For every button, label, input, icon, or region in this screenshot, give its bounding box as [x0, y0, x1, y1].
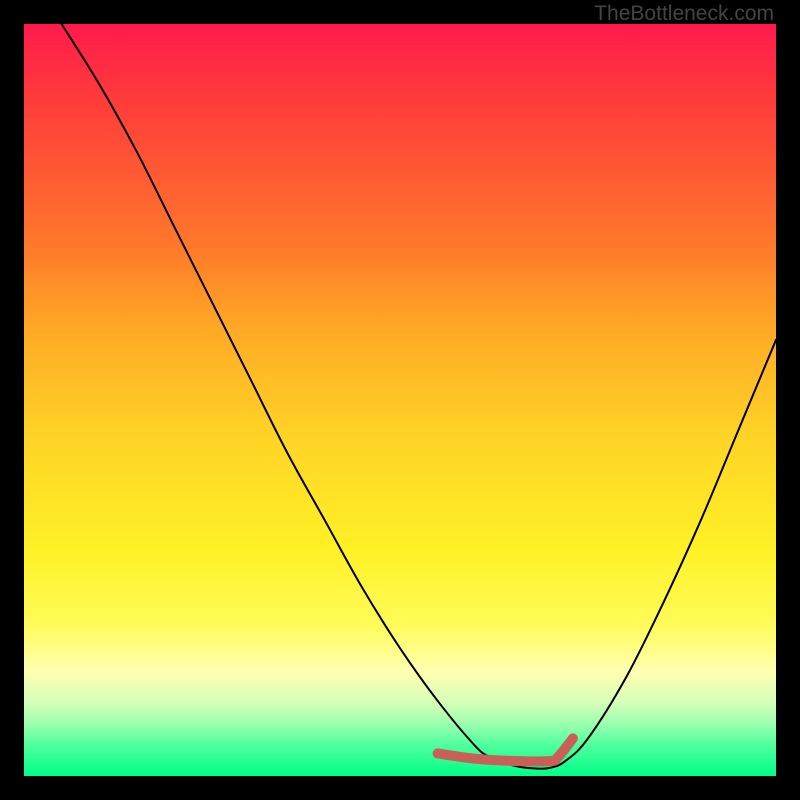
- optimal-zone-highlight: [438, 738, 573, 761]
- curve-svg: [24, 24, 776, 776]
- chart-container: TheBottleneck.com: [0, 0, 800, 800]
- plot-area: [24, 24, 776, 776]
- watermark-text: TheBottleneck.com: [594, 2, 774, 26]
- bottleneck-curve: [62, 24, 776, 769]
